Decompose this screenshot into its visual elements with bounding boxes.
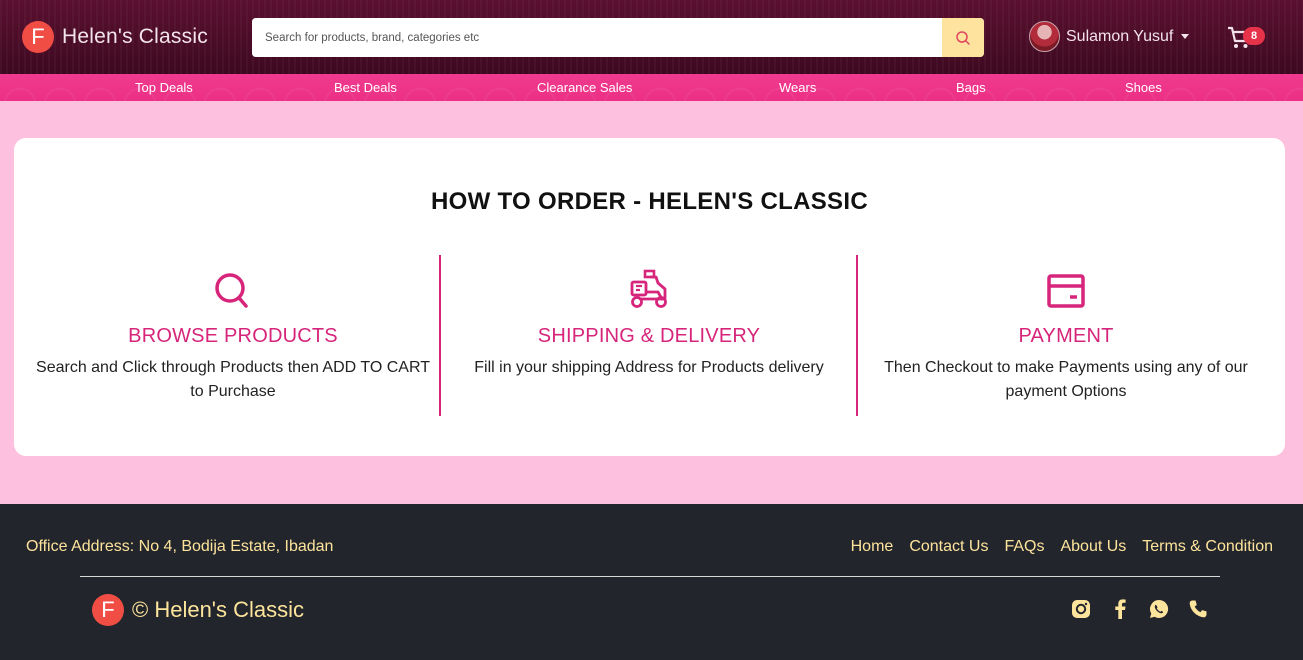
search-button[interactable] <box>942 18 984 57</box>
step-payment: PAYMENT Then Checkout to make Payments u… <box>859 263 1273 404</box>
footer-link-about-us[interactable]: About Us <box>1060 538 1126 556</box>
how-to-order-card: HOW TO ORDER - HELEN'S CLASSIC BROWSE PR… <box>14 138 1285 456</box>
phone-icon[interactable] <box>1187 598 1208 619</box>
footer-brand[interactable]: F © Helen's Classic <box>92 594 304 626</box>
footer-link-contact-us[interactable]: Contact Us <box>909 538 988 556</box>
chevron-down-icon <box>1181 34 1190 39</box>
footer: Office Address: No 4, Bodija Estate, Iba… <box>0 504 1303 660</box>
footer-link-home[interactable]: Home <box>851 538 894 556</box>
credit-card-icon <box>1047 274 1085 308</box>
step-title: SHIPPING & DELIVERY <box>537 325 761 347</box>
step-description: Fill in your shipping Address for Produc… <box>474 359 824 376</box>
step-divider <box>856 255 858 416</box>
nav-item-bags[interactable]: Bags <box>956 80 986 95</box>
search-input[interactable] <box>252 18 942 57</box>
search-icon <box>215 273 248 308</box>
nav-item-top-deals[interactable]: Top Deals <box>135 80 193 95</box>
step-description: Then Checkout to make Payments using any… <box>884 359 1248 400</box>
step-description: Search and Click through Products then A… <box>36 359 430 400</box>
facebook-icon[interactable] <box>1109 598 1130 619</box>
search-bar <box>252 18 984 57</box>
brand-logo: F <box>92 594 124 626</box>
nav-item-wears[interactable]: Wears <box>779 80 816 95</box>
brand[interactable]: F Helen's Classic <box>22 21 208 53</box>
nav-item-shoes[interactable]: Shoes <box>1125 80 1162 95</box>
social-links <box>1070 598 1208 619</box>
step-title: BROWSE PRODUCTS <box>128 325 338 347</box>
footer-link-terms[interactable]: Terms & Condition <box>1142 538 1273 556</box>
avatar <box>1029 21 1060 52</box>
delivery-truck-icon <box>630 269 667 308</box>
top-header: F Helen's Classic Sulamon Yusuf 8 <box>0 0 1303 74</box>
copyright: © Helen's Classic <box>132 597 305 622</box>
user-name: Sulamon Yusuf <box>1066 27 1174 45</box>
footer-links: Home Contact Us FAQs About Us Terms & Co… <box>851 538 1273 556</box>
step-title: PAYMENT <box>1018 325 1114 347</box>
cart-button[interactable]: 8 <box>1226 24 1266 52</box>
instagram-icon[interactable] <box>1070 598 1091 619</box>
brand-logo: F <box>22 21 54 53</box>
cart-count-badge: 8 <box>1243 27 1265 45</box>
nav-item-best-deals[interactable]: Best Deals <box>334 80 397 95</box>
whatsapp-icon[interactable] <box>1148 598 1169 619</box>
footer-link-faqs[interactable]: FAQs <box>1004 538 1044 556</box>
section-title: HOW TO ORDER - HELEN'S CLASSIC <box>431 188 868 215</box>
office-address: Office Address: No 4, Bodija Estate, Iba… <box>26 538 334 555</box>
step-browse-products: BROWSE PRODUCTS Search and Click through… <box>26 263 440 404</box>
footer-divider <box>80 576 1220 577</box>
user-menu[interactable]: Sulamon Yusuf <box>1029 21 1190 52</box>
brand-name: Helen's Classic <box>62 25 208 48</box>
step-divider <box>439 255 441 416</box>
category-nav: Top Deals Best Deals Clearance Sales Wea… <box>0 74 1303 101</box>
search-icon <box>956 30 970 45</box>
nav-item-clearance-sales[interactable]: Clearance Sales <box>537 80 632 95</box>
step-shipping-delivery: SHIPPING & DELIVERY Fill in your shippin… <box>442 263 856 380</box>
